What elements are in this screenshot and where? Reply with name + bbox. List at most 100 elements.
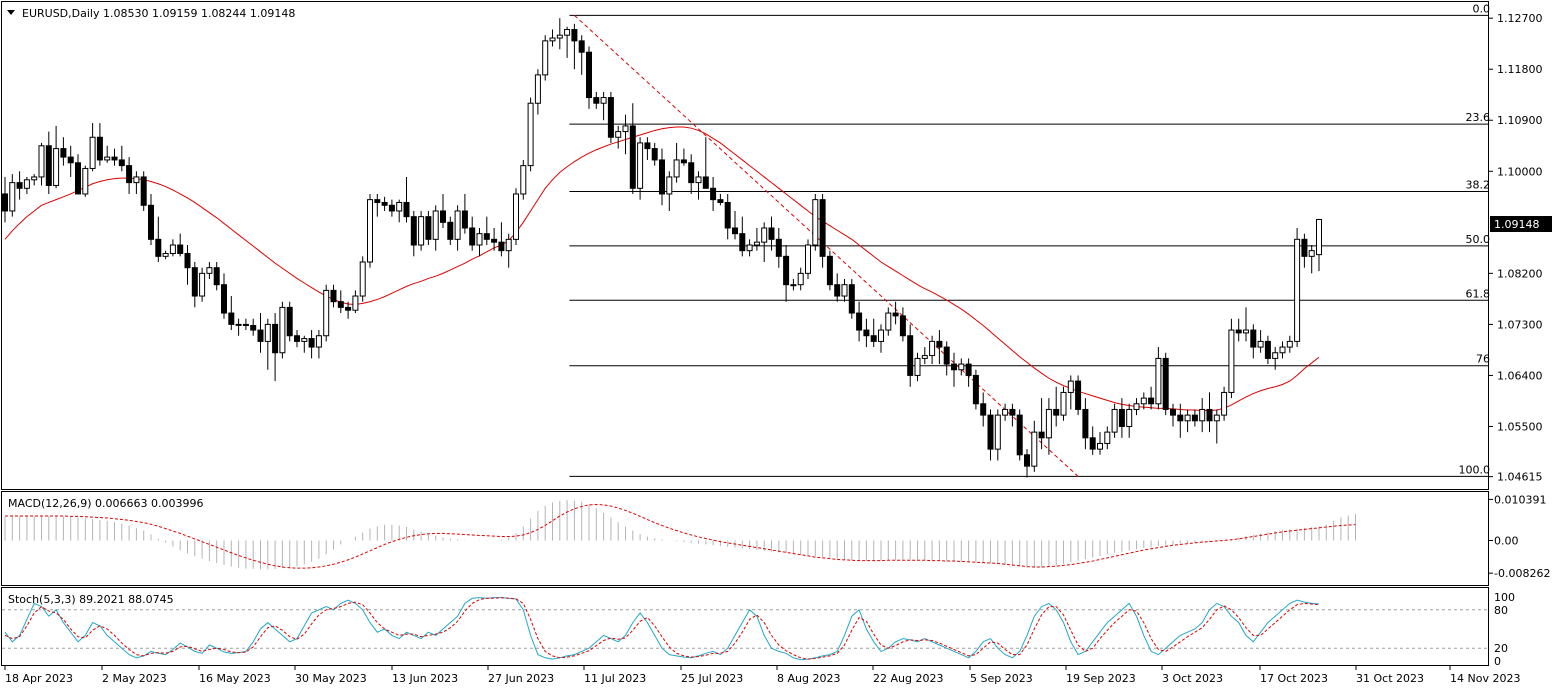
candle-body	[352, 295, 359, 311]
macd-tick-label: 0.010391	[1494, 493, 1547, 506]
candle-body	[169, 244, 176, 255]
candle-body	[680, 159, 687, 164]
candle-body	[1016, 414, 1023, 456]
candle-body	[250, 325, 257, 331]
candle	[542, 35, 549, 81]
candle-body	[221, 284, 227, 314]
candle-body	[542, 40, 549, 76]
candle-body	[461, 210, 468, 229]
candle	[513, 188, 519, 245]
candle	[972, 369, 979, 410]
candle-body	[53, 148, 60, 186]
candle-body	[549, 37, 556, 42]
price-tick-label: 1.10000	[1497, 165, 1543, 178]
stoch-tick-label: 0	[1494, 655, 1501, 668]
candle-body	[1097, 442, 1103, 450]
candle-body	[593, 97, 600, 104]
candle-body	[184, 253, 191, 269]
date-tick-label: 11 Jul 2023	[584, 672, 646, 685]
candle-body	[732, 227, 738, 235]
candle-body	[878, 329, 884, 342]
price-tick-label: 1.07300	[1497, 318, 1543, 331]
candle-body	[1250, 329, 1257, 348]
candle-body	[454, 210, 461, 240]
price-tick-label: 1.12700	[1497, 12, 1543, 25]
candle-body	[987, 414, 994, 450]
candle-body	[111, 156, 118, 161]
fib-level-label: 100.0	[1459, 463, 1491, 476]
price-tick-label: 1.11800	[1497, 63, 1543, 76]
candle-body	[936, 340, 943, 348]
date-tick-label: 13 Jun 2023	[392, 672, 458, 685]
candle-body	[447, 221, 454, 240]
candle-body	[637, 142, 644, 189]
candle-body	[848, 284, 855, 314]
candle-body	[899, 315, 906, 337]
candle	[286, 301, 293, 342]
candle	[82, 165, 89, 197]
candle	[1075, 375, 1082, 416]
candle-body	[1316, 218, 1322, 256]
candle-body	[410, 216, 417, 246]
candle-body	[607, 97, 614, 138]
candle	[819, 193, 826, 268]
candle-body	[717, 199, 724, 203]
candle-body	[520, 165, 527, 195]
date-tick-label: 5 Sep 2023	[970, 672, 1033, 685]
candle-body	[797, 272, 804, 286]
candle-body	[907, 335, 914, 376]
stoch-tick-label: 20	[1494, 642, 1508, 655]
date-tick-label: 2 May 2023	[102, 672, 167, 685]
candle	[418, 210, 425, 251]
candle-body	[2, 193, 8, 212]
candle-body	[659, 159, 665, 195]
candle-body	[622, 125, 629, 133]
candle-body	[1111, 408, 1118, 433]
candle-body	[1191, 414, 1198, 422]
candle-body	[38, 145, 45, 178]
candle-body	[702, 176, 709, 189]
candle-body	[790, 284, 797, 287]
candle-body	[841, 284, 848, 297]
candle-body	[286, 306, 293, 337]
candle-body	[783, 255, 790, 286]
candle-body	[133, 176, 140, 184]
candle-body	[994, 414, 1001, 450]
candle-body	[330, 289, 337, 303]
candle-body	[761, 227, 768, 243]
candle-body	[337, 301, 344, 308]
date-tick-label: 8 Aug 2023	[777, 672, 840, 685]
date-tick-label: 17 Oct 2023	[1260, 672, 1328, 685]
candle-body	[856, 312, 863, 331]
fib-level-label: 50.0	[1466, 233, 1491, 246]
date-tick-label: 27 Jun 2023	[488, 672, 554, 685]
price-tick-label: 1.04615	[1497, 471, 1543, 484]
candle-body	[75, 162, 81, 195]
candle-body	[1294, 238, 1301, 342]
price-tick-label: 1.10900	[1497, 114, 1543, 127]
chart-canvas: 0.0 23.6 38.2 50.0 61.8 76 100.0 1.12700 1.1180…	[1, 1, 1552, 685]
candle-body	[688, 162, 695, 184]
candle-body	[1089, 437, 1096, 450]
candle-body	[980, 403, 987, 416]
candle-body	[929, 340, 936, 357]
candle	[140, 171, 147, 211]
candle-body	[1009, 408, 1016, 416]
candle-body	[1162, 357, 1169, 410]
candle-body	[666, 176, 673, 195]
candle-body	[556, 34, 563, 39]
candle-body	[396, 201, 403, 212]
candle-body	[1133, 403, 1140, 410]
candle-body	[615, 131, 622, 138]
candle-body	[834, 284, 841, 297]
candle-body	[264, 323, 271, 342]
candle-body	[943, 346, 950, 365]
candle-body	[1257, 340, 1264, 348]
candle-body	[1221, 391, 1228, 416]
candle-body	[315, 335, 322, 348]
candle-body	[45, 145, 52, 186]
candle-body	[126, 165, 133, 184]
candle-body	[571, 29, 578, 42]
candle-body	[191, 267, 198, 297]
candle	[805, 239, 811, 280]
